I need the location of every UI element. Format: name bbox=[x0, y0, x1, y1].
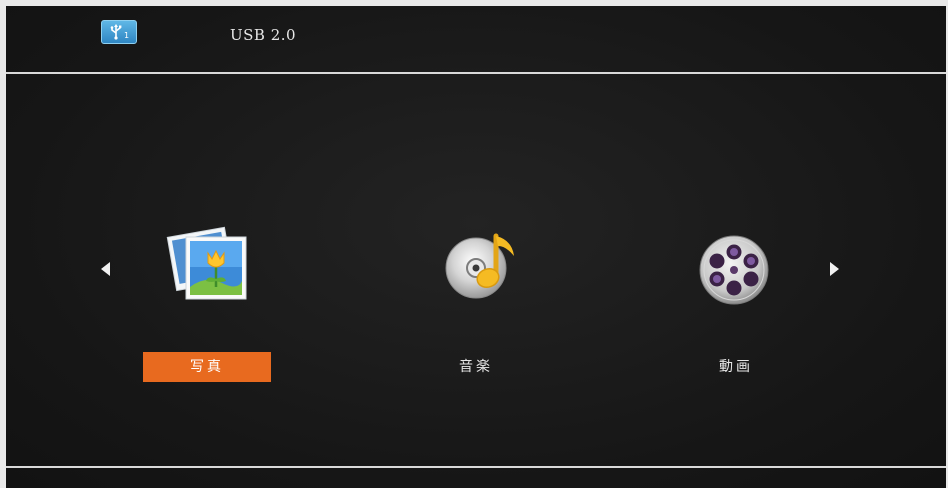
menu-label-video: 動画 bbox=[719, 359, 753, 375]
header-divider bbox=[6, 72, 946, 74]
footer-divider bbox=[6, 466, 946, 468]
photo-icon bbox=[166, 221, 250, 309]
menu-item-music[interactable]: 音楽 bbox=[406, 216, 546, 386]
film-reel-icon bbox=[696, 230, 776, 314]
right-arrow-icon[interactable] bbox=[830, 262, 839, 276]
usb-port-number: 1 bbox=[124, 31, 129, 40]
media-screen: 1 USB 2.0 写真 音楽 動画 bbox=[6, 6, 946, 488]
usb-icon: 1 bbox=[101, 20, 137, 44]
left-arrow-icon[interactable] bbox=[101, 262, 110, 276]
menu-label-photo: 写真 bbox=[143, 352, 271, 382]
music-icon bbox=[440, 230, 524, 306]
menu-item-video[interactable]: 動画 bbox=[666, 216, 806, 386]
source-title: USB 2.0 bbox=[230, 26, 297, 44]
menu-item-photo[interactable]: 写真 bbox=[136, 216, 286, 386]
menu-label-music: 音楽 bbox=[459, 359, 493, 375]
